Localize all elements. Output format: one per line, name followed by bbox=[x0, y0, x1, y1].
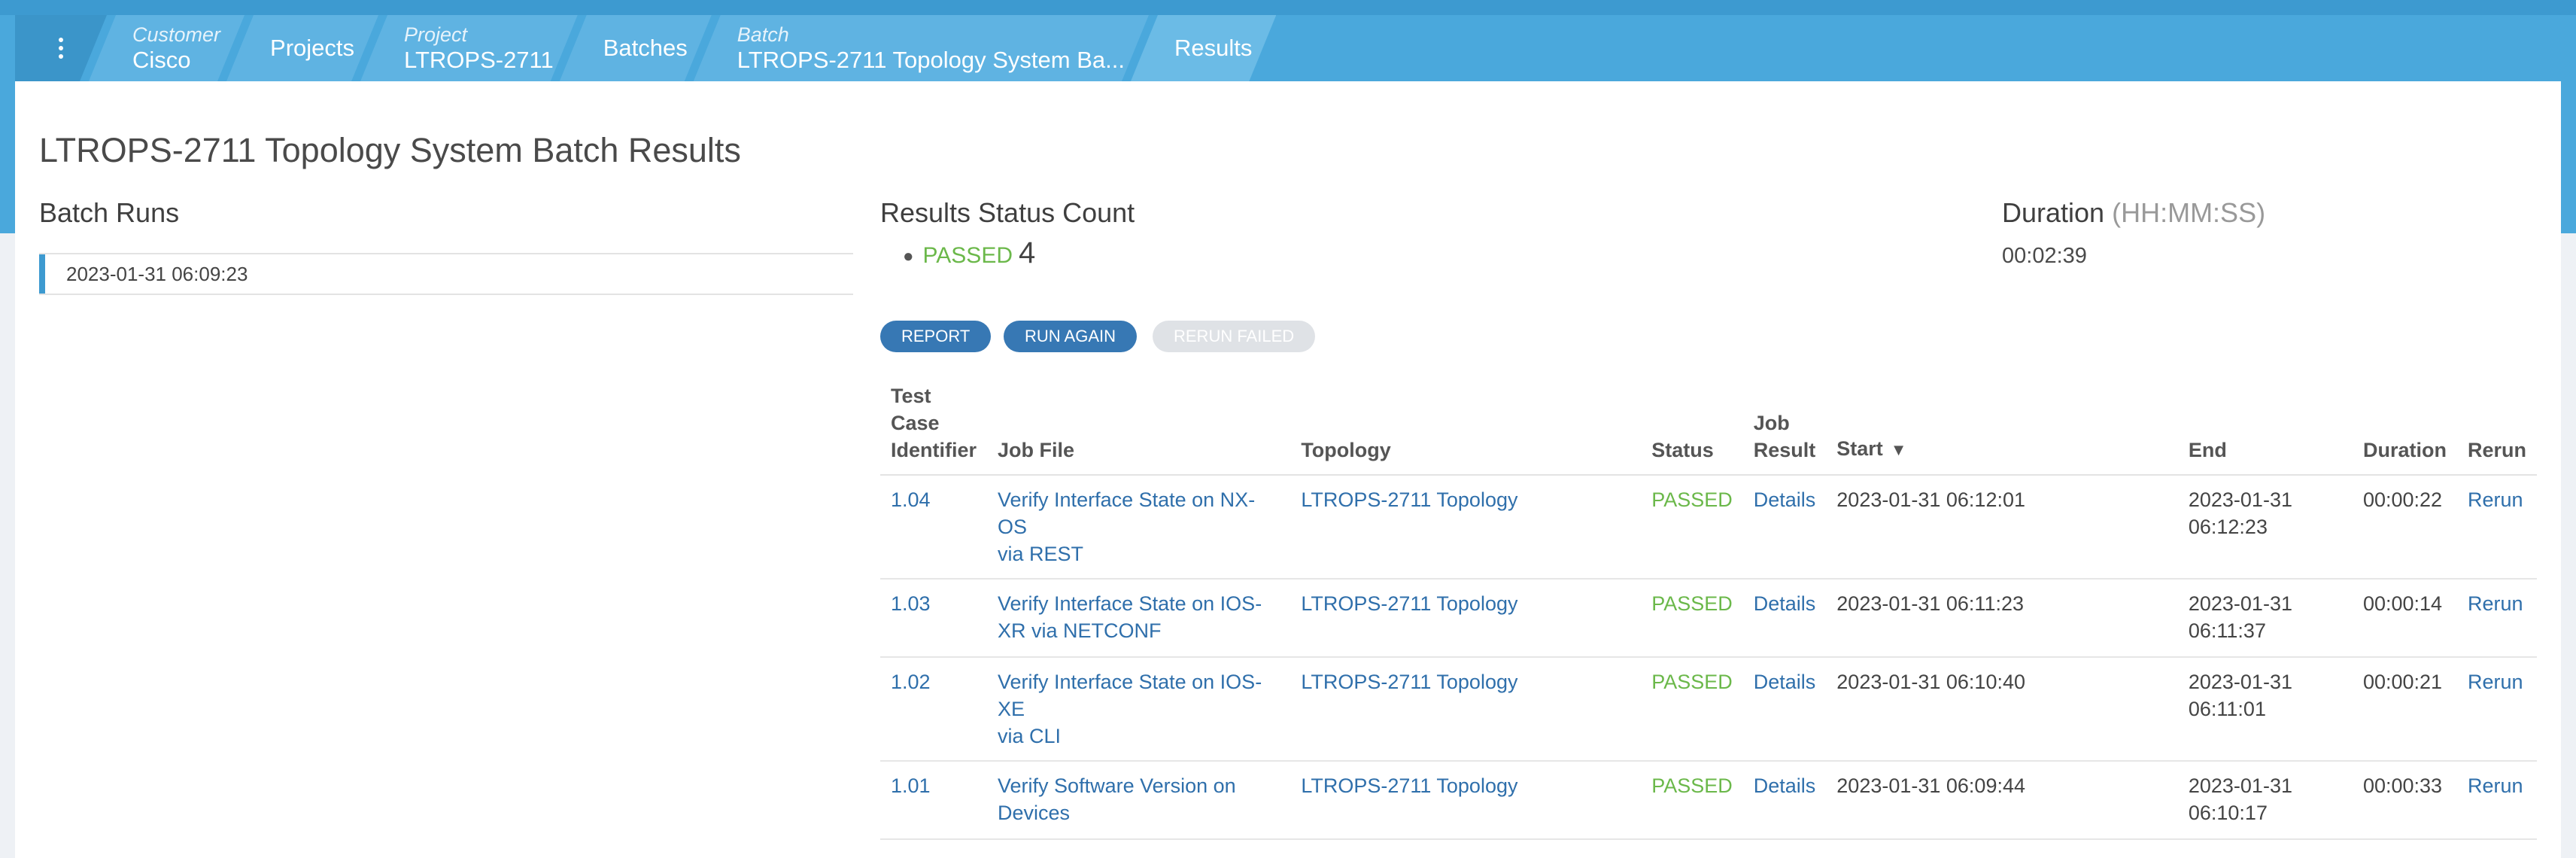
duration-unit: (HH:MM:SS) bbox=[2112, 197, 2266, 228]
end-cell: 2023-01-31 06:11:01 bbox=[2177, 657, 2353, 762]
duration-cell: 00:00:22 bbox=[2352, 475, 2457, 580]
end-cell: 2023-01-31 06:11:37 bbox=[2177, 579, 2353, 658]
breadcrumb: Customer Cisco Projects Project LTROPS-2… bbox=[15, 15, 1280, 81]
report-button[interactable]: REPORT bbox=[880, 321, 992, 352]
details-link[interactable]: Details bbox=[1754, 671, 1816, 693]
run-again-button[interactable]: RUN AGAIN bbox=[1004, 321, 1138, 352]
details-link[interactable]: Details bbox=[1754, 592, 1816, 615]
kebab-menu-icon[interactable] bbox=[59, 38, 63, 59]
topology-link[interactable]: LTROPS-2711 Topology bbox=[1301, 592, 1517, 615]
col-status[interactable]: Status bbox=[1641, 382, 1743, 476]
duration-cell: 00:00:14 bbox=[2352, 579, 2457, 658]
test-case-link[interactable]: 1.03 bbox=[891, 592, 931, 615]
topology-link[interactable]: LTROPS-2711 Topology bbox=[1301, 488, 1517, 511]
breadcrumb-results[interactable]: Results bbox=[1131, 15, 1276, 81]
header-line: Result bbox=[1753, 439, 1816, 461]
page: Customer Cisco Projects Project LTROPS-2… bbox=[0, 0, 2576, 858]
batch-run-item[interactable]: 2023-01-31 06:09:23 bbox=[39, 254, 853, 294]
start-cell: 2023-01-31 06:10:40 bbox=[1826, 657, 2178, 762]
main-content: LTROPS-2711 Topology System Batch Result… bbox=[15, 81, 2561, 858]
breadcrumb-customer-value[interactable]: Cisco bbox=[132, 47, 220, 74]
breadcrumb-project-label: Project bbox=[404, 23, 468, 46]
breadcrumb-projects-label[interactable]: Projects bbox=[270, 35, 354, 62]
status-cell: PASSED bbox=[1651, 671, 1733, 693]
header-line: Identifier bbox=[891, 439, 977, 461]
test-case-link[interactable]: 1.04 bbox=[891, 488, 931, 511]
page-title: LTROPS-2711 Topology System Batch Result… bbox=[39, 131, 741, 169]
rerun-link[interactable]: Rerun bbox=[2468, 488, 2523, 511]
table-row: 1.01 Verify Software Version on Devices L… bbox=[880, 761, 2537, 840]
status-count-heading: Results Status Count bbox=[880, 197, 1135, 228]
status-count-list: ● PASSED 4 bbox=[903, 236, 1035, 270]
status-count-passed-label: PASSED bbox=[922, 243, 1013, 268]
col-job-file[interactable]: Job File bbox=[987, 382, 1291, 476]
breadcrumb-batch[interactable]: Batch LTROPS-2711 Topology System Ba... bbox=[694, 15, 1149, 81]
results-table: Test Case Identifier Job File Topology S… bbox=[880, 382, 2537, 840]
status-cell: PASSED bbox=[1651, 774, 1733, 797]
rerun-failed-button: RERUN FAILED bbox=[1153, 321, 1316, 352]
duration-cell: 00:00:33 bbox=[2352, 761, 2457, 840]
duration-cell: 00:00:21 bbox=[2352, 657, 2457, 762]
table-row: 1.02 Verify Interface State on IOS-XE via… bbox=[880, 657, 2537, 762]
breadcrumb-customer-label: Customer bbox=[132, 23, 221, 46]
col-start-label: Start bbox=[1836, 437, 1883, 460]
job-file-link[interactable]: Verify Interface State on IOS- XR via NET… bbox=[998, 592, 1262, 642]
breadcrumb-bar: Customer Cisco Projects Project LTROPS-2… bbox=[15, 15, 2576, 81]
col-job-result[interactable]: Job Result bbox=[1742, 382, 1827, 476]
duration-heading-label: Duration bbox=[2002, 197, 2105, 228]
status-cell: PASSED bbox=[1651, 488, 1733, 511]
rerun-link[interactable]: Rerun bbox=[2468, 671, 2523, 693]
status-cell: PASSED bbox=[1651, 592, 1733, 615]
col-duration[interactable]: Duration bbox=[2352, 382, 2457, 476]
breadcrumb-customer[interactable]: Customer Cisco bbox=[89, 15, 245, 81]
col-end[interactable]: End bbox=[2177, 382, 2353, 476]
breadcrumb-batch-value[interactable]: LTROPS-2711 Topology System Ba... bbox=[737, 47, 1125, 74]
topology-link[interactable]: LTROPS-2711 Topology bbox=[1301, 671, 1517, 693]
test-case-link[interactable]: 1.02 bbox=[891, 671, 931, 693]
job-file-link[interactable]: Verify Interface State on NX-OS via REST bbox=[998, 488, 1255, 565]
col-test-case-identifier[interactable]: Test Case Identifier bbox=[880, 382, 988, 476]
bullet-icon: ● bbox=[903, 246, 914, 267]
start-cell: 2023-01-31 06:09:44 bbox=[1826, 761, 2178, 840]
breadcrumb-results-label[interactable]: Results bbox=[1174, 35, 1252, 62]
duration-value: 00:02:39 bbox=[2002, 244, 2087, 268]
breadcrumb-batches[interactable]: Batches bbox=[560, 15, 712, 81]
rerun-link[interactable]: Rerun bbox=[2468, 592, 2523, 615]
batch-runs-heading: Batch Runs bbox=[39, 197, 180, 228]
topology-link[interactable]: LTROPS-2711 Topology bbox=[1301, 774, 1517, 797]
breadcrumb-project-value[interactable]: LTROPS-2711 bbox=[404, 47, 554, 74]
col-topology[interactable]: Topology bbox=[1290, 382, 1642, 476]
start-cell: 2023-01-31 06:12:01 bbox=[1826, 475, 2178, 580]
sort-desc-icon[interactable]: ▼ bbox=[1891, 440, 1907, 459]
col-rerun[interactable]: Rerun bbox=[2456, 382, 2537, 476]
breadcrumb-batch-label: Batch bbox=[737, 23, 789, 46]
table-row: 1.04 Verify Interface State on NX-OS via … bbox=[880, 475, 2537, 580]
breadcrumb-projects[interactable]: Projects bbox=[226, 15, 378, 81]
details-link[interactable]: Details bbox=[1754, 774, 1816, 797]
header-line: Case bbox=[891, 412, 940, 434]
start-cell: 2023-01-31 06:11:23 bbox=[1826, 579, 2178, 658]
details-link[interactable]: Details bbox=[1754, 488, 1816, 511]
batch-runs-list: 2023-01-31 06:09:23 bbox=[39, 253, 853, 295]
breadcrumb-project[interactable]: Project LTROPS-2711 bbox=[360, 15, 578, 81]
job-file-link[interactable]: Verify Software Version on Devices bbox=[998, 774, 1236, 824]
col-start[interactable]: Start ▼ bbox=[1826, 382, 2178, 476]
rerun-link[interactable]: Rerun bbox=[2468, 774, 2523, 797]
breadcrumb-batches-label[interactable]: Batches bbox=[603, 35, 688, 62]
end-cell: 2023-01-31 06:10:17 bbox=[2177, 761, 2353, 840]
job-file-link[interactable]: Verify Interface State on IOS-XE via CLI bbox=[998, 671, 1262, 747]
test-case-link[interactable]: 1.01 bbox=[891, 774, 931, 797]
header-line: Test bbox=[891, 385, 931, 407]
table-row: 1.03 Verify Interface State on IOS- XR vi… bbox=[880, 579, 2537, 658]
top-strip bbox=[0, 0, 2576, 15]
status-count-passed-value: 4 bbox=[1019, 236, 1036, 269]
duration-heading: Duration (HH:MM:SS) bbox=[2002, 197, 2265, 229]
end-cell: 2023-01-31 06:12:23 bbox=[2177, 475, 2353, 580]
table-header-row: Test Case Identifier Job File Topology S… bbox=[880, 382, 2537, 476]
header-line: Job bbox=[1753, 412, 1790, 434]
